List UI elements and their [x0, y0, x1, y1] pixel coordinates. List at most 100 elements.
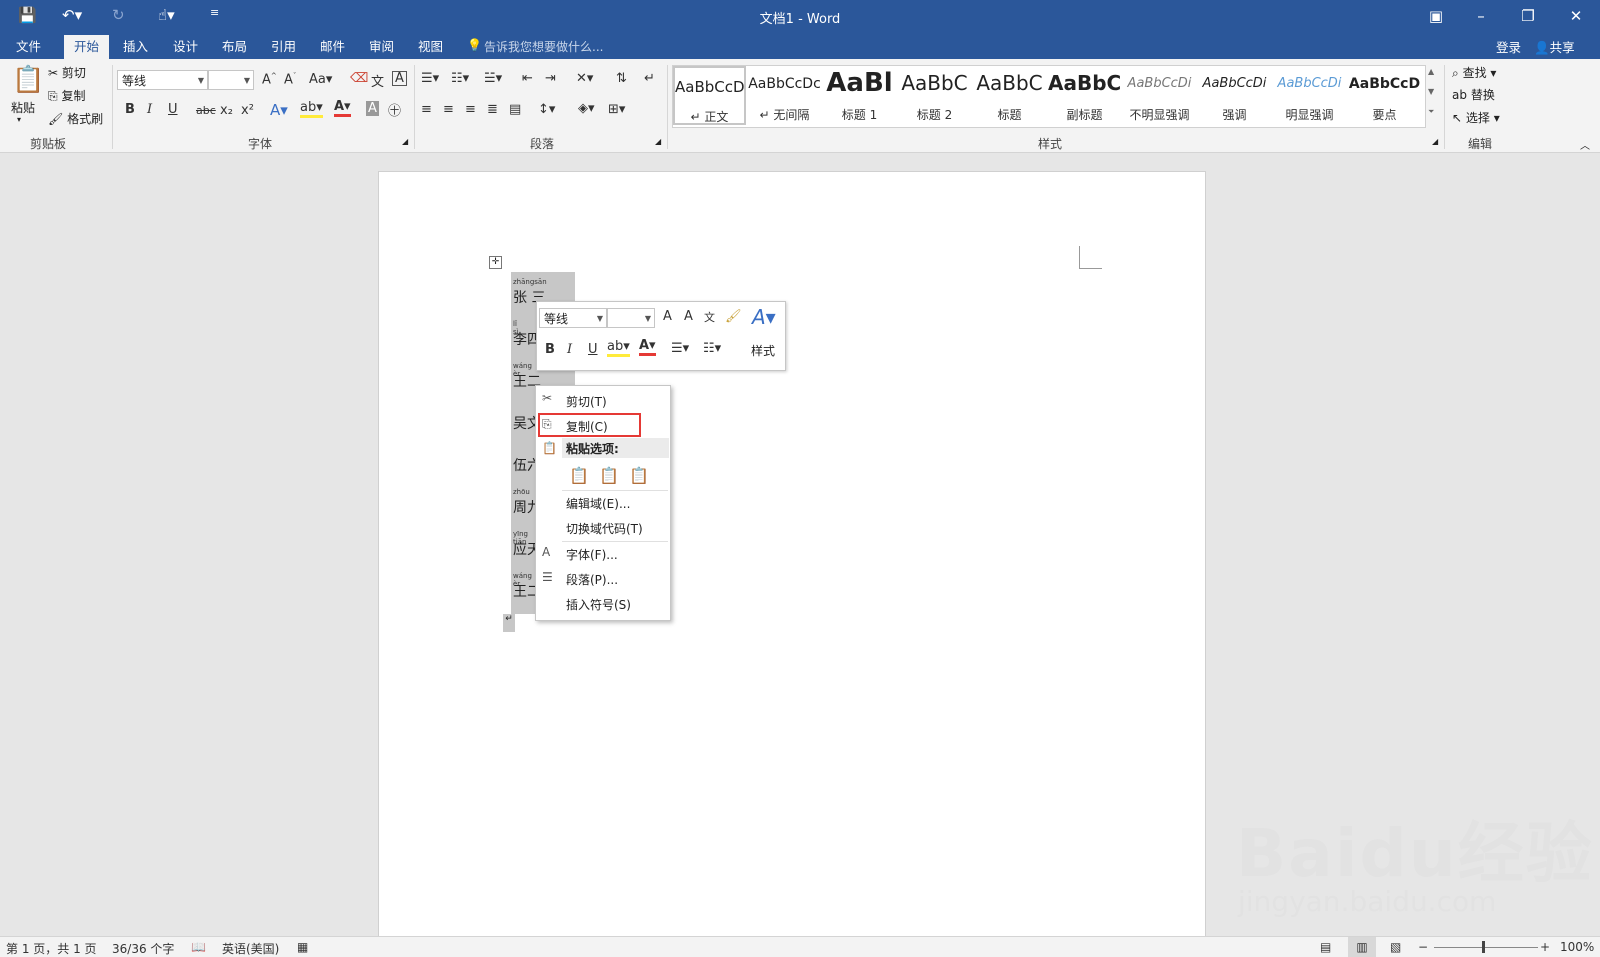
- menu-item-toggle-field-codes[interactable]: 切换域代码(T): [566, 520, 643, 537]
- style-emphasis[interactable]: AaBbCcDi 强调: [1198, 66, 1271, 125]
- text-effects-icon[interactable]: A▾: [270, 101, 288, 119]
- zoom-slider[interactable]: [1434, 947, 1538, 948]
- tab-view[interactable]: 视图: [408, 35, 453, 59]
- tab-design[interactable]: 设计: [163, 35, 208, 59]
- shrink-font-icon[interactable]: A: [684, 309, 693, 324]
- replace-button[interactable]: ab 替换: [1452, 86, 1495, 103]
- increase-indent-icon[interactable]: ⇥: [545, 71, 556, 86]
- line-spacing-icon[interactable]: ↕▾: [538, 102, 555, 117]
- menu-item-paragraph[interactable]: 段落(P)...: [566, 571, 618, 588]
- grow-font-icon[interactable]: A^: [262, 72, 277, 87]
- mini-size-combo[interactable]: ▼: [607, 308, 655, 328]
- cut-button[interactable]: ✂ 剪切: [48, 64, 86, 81]
- close-icon[interactable]: ✕: [1556, 4, 1596, 28]
- borders-icon[interactable]: ⊞▾: [608, 102, 625, 117]
- bold-button[interactable]: B: [545, 342, 555, 357]
- menu-item-cut[interactable]: 剪切(T): [566, 393, 607, 410]
- sort-icon[interactable]: ⇅: [616, 71, 627, 86]
- style-no-spacing[interactable]: AaBbCcDc ↵ 无间隔: [748, 66, 821, 125]
- styles-dialog-launcher-icon[interactable]: ◢: [1432, 137, 1438, 146]
- restore-icon[interactable]: ❐: [1508, 4, 1548, 28]
- zoom-level[interactable]: 100%: [1560, 940, 1594, 954]
- highlight-icon[interactable]: ab▾: [607, 340, 630, 357]
- numbering-icon[interactable]: ☷▾: [703, 341, 721, 356]
- document-page[interactable]: ✛ zhāngsān 张 三 lǐ sì 李四 wáng èr 王二 吴文 伍六 zh…: [378, 171, 1206, 939]
- paste-dropdown-icon[interactable]: ▾: [17, 115, 21, 124]
- italic-button[interactable]: I: [567, 342, 572, 357]
- distributed-icon[interactable]: ▤: [509, 102, 521, 117]
- align-left-icon[interactable]: ≡: [421, 102, 432, 117]
- strikethrough-button[interactable]: abc: [196, 104, 216, 117]
- format-painter-icon[interactable]: 🖌: [725, 309, 742, 324]
- superscript-button[interactable]: x²: [241, 103, 254, 118]
- style-subtitle[interactable]: AaBbC 副标题: [1048, 66, 1121, 125]
- collapse-ribbon-icon[interactable]: ︿: [1580, 137, 1590, 152]
- tab-mailings[interactable]: 邮件: [310, 35, 355, 59]
- font-color-icon[interactable]: A▾: [639, 339, 656, 356]
- style-title[interactable]: AaBbC 标题: [973, 66, 1046, 125]
- justify-icon[interactable]: ≣: [487, 102, 498, 117]
- char-border-icon[interactable]: A: [392, 71, 407, 86]
- shrink-font-icon[interactable]: Aˇ: [284, 72, 296, 87]
- font-size-combo[interactable]: ▼: [208, 70, 254, 90]
- bold-button[interactable]: B: [125, 102, 135, 117]
- char-shading-icon[interactable]: A: [366, 101, 379, 116]
- multilevel-list-icon[interactable]: ☱▾: [484, 71, 502, 86]
- language-indicator[interactable]: 英语(美国): [222, 940, 279, 957]
- print-layout-icon[interactable]: ▥: [1348, 937, 1376, 957]
- style-normal[interactable]: AaBbCcDc↵ 正文: [673, 66, 746, 125]
- select-button[interactable]: ↖ 选择 ▾: [1452, 109, 1500, 126]
- zoom-out-icon[interactable]: −: [1418, 940, 1428, 954]
- font-name-combo[interactable]: 等线 ▼: [117, 70, 208, 90]
- menu-item-font[interactable]: 字体(F)...: [566, 546, 618, 563]
- highlight-icon[interactable]: ab▾: [300, 101, 323, 118]
- tab-review[interactable]: 审阅: [359, 35, 404, 59]
- table-move-handle-icon[interactable]: ✛: [489, 256, 502, 269]
- subscript-button[interactable]: x₂: [220, 103, 233, 118]
- font-color-icon[interactable]: A▾: [334, 100, 351, 117]
- style-intense-emphasis[interactable]: AaBbCcDi 明显强调: [1273, 66, 1346, 125]
- share-button[interactable]: 👤共享: [1534, 37, 1575, 56]
- styles-scroll-up-icon[interactable]: ▲: [1428, 67, 1434, 76]
- styles-scroll-down-icon[interactable]: ▼: [1428, 87, 1434, 96]
- paragraph-dialog-launcher-icon[interactable]: ◢: [655, 137, 661, 146]
- styles-icon[interactable]: A▾: [752, 305, 776, 329]
- align-right-icon[interactable]: ≡: [465, 102, 476, 117]
- word-count[interactable]: 36/36 个字: [112, 940, 174, 957]
- font-dialog-launcher-icon[interactable]: ◢: [402, 137, 408, 146]
- ribbon-display-icon[interactable]: ▣: [1416, 4, 1456, 28]
- numbering-icon[interactable]: ☷▾: [451, 71, 469, 86]
- minimize-icon[interactable]: –: [1461, 4, 1501, 28]
- style-heading1[interactable]: AaBl 标题 1: [823, 66, 896, 125]
- paste-keep-format-icon[interactable]: 📋: [569, 466, 589, 485]
- phonetic-guide-icon[interactable]: 文: [704, 309, 715, 325]
- style-strong[interactable]: AaBbCcD 要点: [1348, 66, 1421, 125]
- chinese-layout-icon[interactable]: ✕▾: [576, 71, 593, 86]
- tab-layout[interactable]: 布局: [212, 35, 257, 59]
- paste-button[interactable]: 粘贴: [11, 99, 35, 116]
- paste-text-only-icon[interactable]: 📋: [629, 466, 649, 485]
- shading-icon[interactable]: ◈▾: [578, 101, 595, 116]
- sign-in-link[interactable]: 登录: [1496, 37, 1521, 56]
- web-layout-icon[interactable]: ▧: [1390, 940, 1401, 954]
- macro-record-icon[interactable]: ▦: [297, 940, 308, 954]
- phonetic-guide-icon[interactable]: 文: [371, 71, 384, 90]
- copy-button[interactable]: ⎘ 复制: [48, 87, 85, 104]
- tab-references[interactable]: 引用: [261, 35, 306, 59]
- paste-icon[interactable]: 📋: [12, 65, 44, 95]
- enclose-char-icon[interactable]: ㊉: [388, 100, 401, 119]
- underline-button[interactable]: U: [168, 102, 178, 117]
- read-mode-icon[interactable]: ▤: [1320, 940, 1331, 954]
- decrease-indent-icon[interactable]: ⇤: [522, 71, 533, 86]
- find-button[interactable]: ⌕ 查找 ▾: [1452, 64, 1496, 81]
- zoom-in-icon[interactable]: +: [1540, 940, 1550, 954]
- change-case-icon[interactable]: Aa▾: [309, 72, 332, 87]
- menu-item-insert-symbol[interactable]: 插入符号(S): [566, 596, 631, 613]
- tab-home[interactable]: 开始: [64, 35, 110, 59]
- styles-more-icon[interactable]: ⏷: [1428, 107, 1434, 117]
- format-painter-button[interactable]: 🖌 格式刷: [48, 110, 103, 127]
- bullets-icon[interactable]: ☰▾: [421, 71, 439, 86]
- tell-me-input[interactable]: 告诉我您想要做什么...: [484, 38, 603, 55]
- clear-format-icon[interactable]: ⌫: [350, 71, 368, 86]
- paste-merge-format-icon[interactable]: 📋: [599, 466, 619, 485]
